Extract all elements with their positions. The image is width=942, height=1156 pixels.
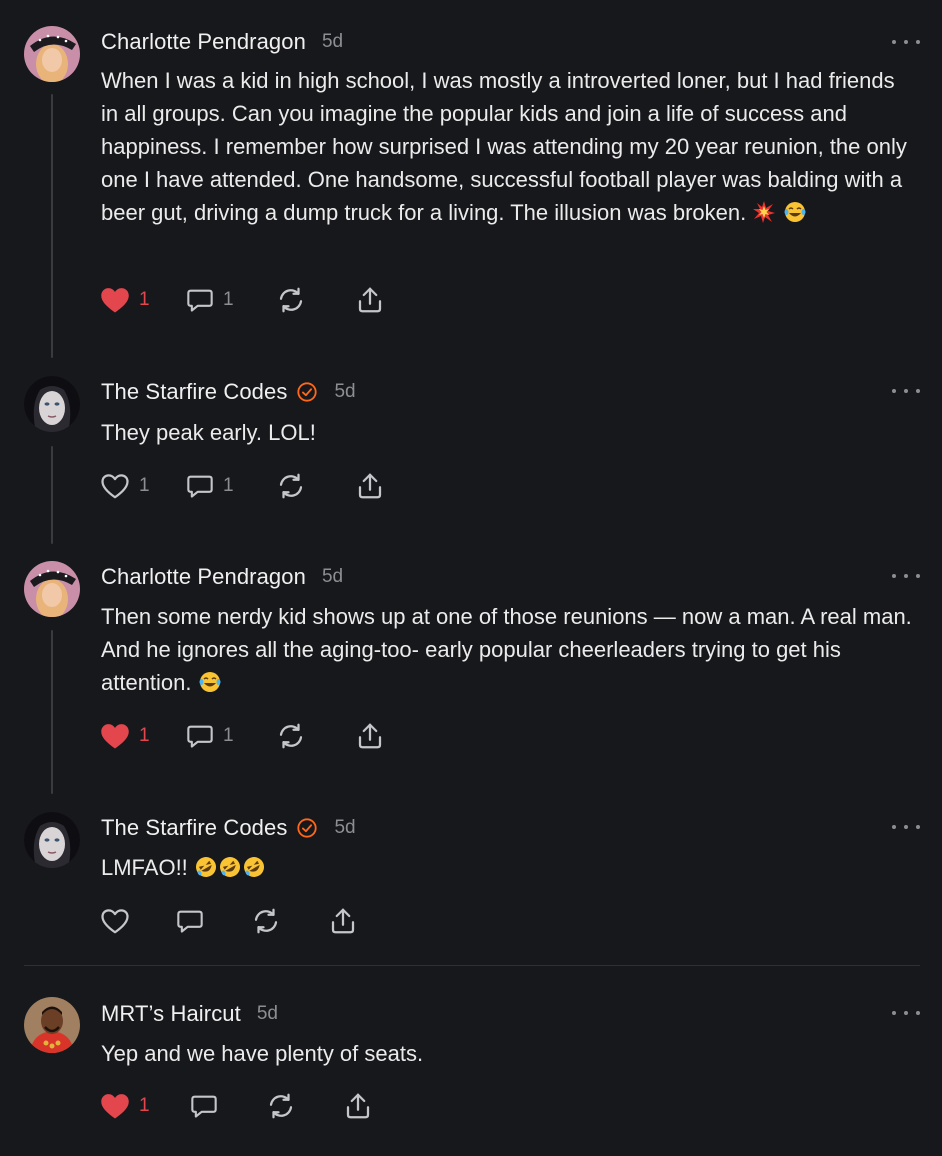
like-button[interactable]: 1 bbox=[100, 284, 150, 316]
timestamp: 5d bbox=[321, 31, 344, 52]
restack-arrows-icon bbox=[279, 723, 303, 749]
speech-bubble-icon bbox=[187, 475, 213, 498]
share-button[interactable] bbox=[328, 905, 358, 937]
rolling-laughing-emoji bbox=[219, 857, 240, 877]
more-dots-icon[interactable] bbox=[892, 384, 920, 398]
comment-body: Yep and we have plenty of seats. bbox=[101, 1037, 916, 1070]
verified-check-icon bbox=[297, 382, 318, 402]
like-button[interactable]: 1 bbox=[100, 470, 150, 502]
share-upload-icon bbox=[346, 1093, 370, 1119]
heart-icon bbox=[101, 1094, 129, 1119]
rolling-laughing-emoji bbox=[195, 857, 216, 877]
restack-button[interactable] bbox=[276, 720, 306, 752]
reply-count: 1 bbox=[223, 725, 234, 746]
reply-button[interactable]: 1 bbox=[186, 284, 234, 316]
reply-count: 1 bbox=[223, 289, 234, 310]
author-name[interactable]: The Starfire Codes bbox=[101, 379, 287, 405]
comment-body: Then some nerdy kid shows up at one of t… bbox=[101, 600, 916, 699]
like-count: 1 bbox=[139, 475, 150, 496]
like-count: 1 bbox=[139, 289, 150, 310]
restack-button[interactable] bbox=[251, 905, 281, 937]
restack-arrows-icon bbox=[279, 473, 303, 499]
thread-line bbox=[51, 630, 53, 794]
avatar[interactable] bbox=[24, 376, 80, 432]
tears-of-joy-emoji bbox=[784, 202, 806, 222]
avatar[interactable] bbox=[24, 812, 80, 868]
heart-icon bbox=[101, 288, 129, 313]
restack-arrows-icon bbox=[279, 287, 303, 313]
thread-line bbox=[51, 94, 53, 358]
like-count: 1 bbox=[139, 1095, 150, 1116]
comment-text: They peak early. LOL! bbox=[101, 420, 316, 445]
avatar[interactable] bbox=[24, 26, 80, 82]
speech-bubble-icon bbox=[191, 1095, 217, 1118]
restack-button[interactable] bbox=[276, 284, 306, 316]
restack-arrows-icon bbox=[254, 908, 278, 934]
comment-text: Yep and we have plenty of seats. bbox=[101, 1041, 424, 1066]
more-dots-icon[interactable] bbox=[892, 35, 920, 49]
share-upload-icon bbox=[331, 908, 355, 934]
more-dots-icon[interactable] bbox=[892, 820, 920, 834]
like-button[interactable]: 1 bbox=[100, 1090, 150, 1122]
like-count: 1 bbox=[139, 725, 150, 746]
comment-body: They peak early. LOL! bbox=[101, 416, 916, 449]
collision-emoji bbox=[753, 201, 776, 223]
author-name[interactable]: Charlotte Pendragon bbox=[101, 564, 306, 590]
tears-of-joy-emoji bbox=[199, 672, 221, 692]
share-upload-icon bbox=[358, 473, 382, 499]
more-dots-icon[interactable] bbox=[892, 1006, 920, 1020]
share-button[interactable] bbox=[355, 284, 385, 316]
like-button[interactable]: 1 bbox=[100, 720, 150, 752]
reply-button[interactable]: 1 bbox=[186, 720, 234, 752]
author-name[interactable]: Charlotte Pendragon bbox=[101, 29, 306, 55]
rolling-laughing-emoji bbox=[243, 857, 264, 877]
share-button[interactable] bbox=[355, 720, 385, 752]
thread-line bbox=[51, 446, 53, 544]
speech-bubble-icon bbox=[187, 289, 213, 312]
timestamp: 5d bbox=[334, 381, 356, 402]
reply-button[interactable] bbox=[190, 1090, 227, 1122]
comment-text: Then some nerdy kid shows up at one of t… bbox=[101, 604, 912, 695]
reply-button[interactable]: 1 bbox=[186, 470, 234, 502]
heart-icon bbox=[101, 724, 129, 749]
share-button[interactable] bbox=[343, 1090, 373, 1122]
heart-icon bbox=[101, 474, 129, 499]
heart-icon bbox=[101, 909, 129, 934]
speech-bubble-icon bbox=[187, 725, 213, 748]
restack-arrows-icon bbox=[269, 1093, 293, 1119]
timestamp: 5d bbox=[256, 1003, 278, 1024]
author-name[interactable]: MRT’s Haircut bbox=[101, 1001, 241, 1027]
thread-divider bbox=[24, 965, 920, 966]
more-dots-icon[interactable] bbox=[892, 569, 920, 583]
share-button[interactable] bbox=[355, 470, 385, 502]
speech-bubble-icon bbox=[177, 910, 203, 933]
like-button[interactable] bbox=[100, 905, 139, 937]
avatar[interactable] bbox=[24, 561, 80, 617]
author-name[interactable]: The Starfire Codes bbox=[101, 815, 287, 841]
restack-button[interactable] bbox=[276, 470, 306, 502]
timestamp: 5d bbox=[334, 817, 356, 838]
comment-text: LMFAO!! bbox=[101, 855, 188, 880]
timestamp: 5d bbox=[321, 566, 344, 587]
reply-button[interactable] bbox=[176, 905, 213, 937]
share-upload-icon bbox=[358, 287, 382, 313]
comment-body: When I was a kid in high school, I was m… bbox=[101, 64, 916, 229]
reply-count: 1 bbox=[223, 475, 234, 496]
restack-button[interactable] bbox=[266, 1090, 296, 1122]
verified-check-icon bbox=[297, 818, 318, 838]
share-upload-icon bbox=[358, 723, 382, 749]
avatar[interactable] bbox=[24, 997, 80, 1053]
comment-body: LMFAO!! bbox=[101, 851, 916, 884]
